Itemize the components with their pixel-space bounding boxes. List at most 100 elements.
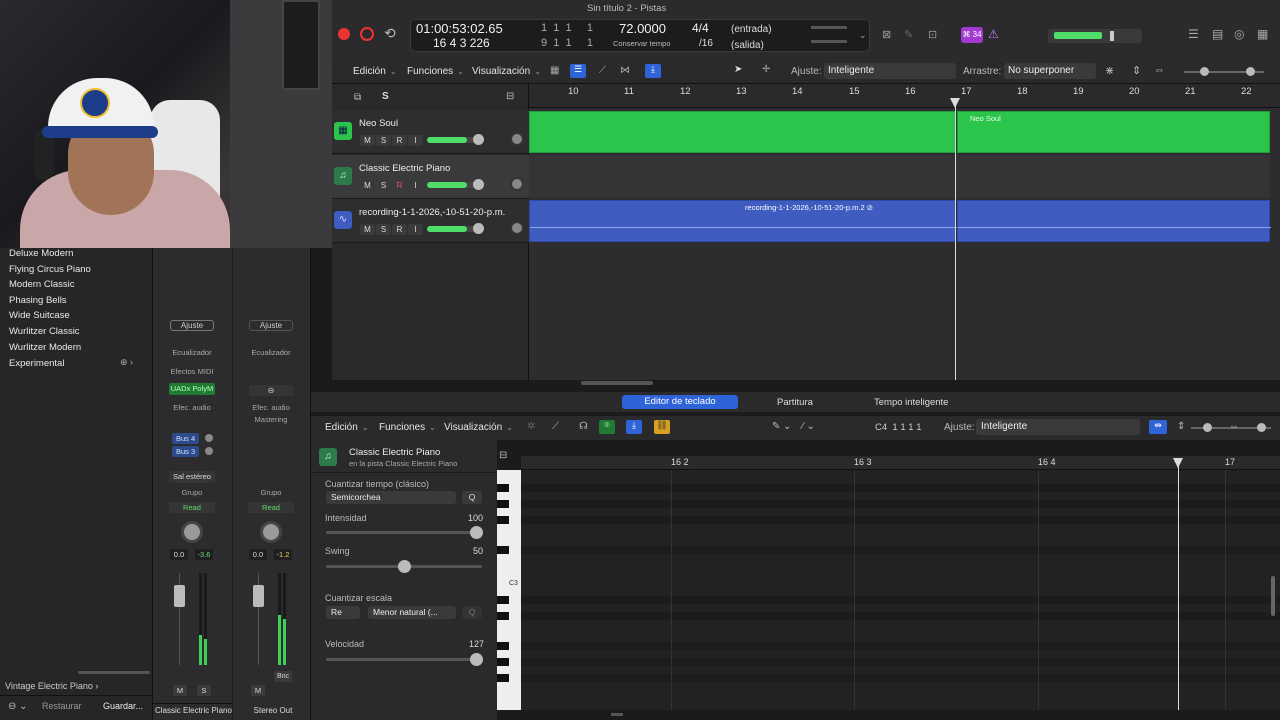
library-item[interactable]: Experimental <box>9 358 64 369</box>
track-name[interactable]: Neo Soul <box>359 118 398 129</box>
send-knob[interactable] <box>205 434 213 442</box>
vertical-scrollbar[interactable] <box>1271 576 1275 616</box>
region-link-icon[interactable]: ⊟ <box>499 450 507 461</box>
piano-roll-grid[interactable]: 16 2 16 3 16 4 17 <box>521 456 1280 716</box>
mute-button[interactable]: M <box>360 135 375 146</box>
library-settings-icon[interactable]: ⊖ ⌄ <box>8 701 28 712</box>
strip2-audio-fx[interactable]: Efec. audio <box>242 403 300 412</box>
tab-smart-tempo[interactable]: Tempo inteligente <box>874 397 948 408</box>
tab-score[interactable]: Partitura <box>777 397 813 408</box>
vertical-zoom-icon[interactable]: ⇕ <box>1132 64 1141 77</box>
pan-knob[interactable] <box>510 221 524 235</box>
scrollbar[interactable] <box>78 671 150 674</box>
library-item[interactable]: Flying Circus Piano <box>9 264 91 275</box>
strip2-group[interactable]: Grupo <box>242 488 300 497</box>
horizontal-zoom-icon[interactable]: ⇔ <box>1229 421 1239 432</box>
input-monitor-button[interactable]: I <box>408 135 423 146</box>
mute-button[interactable]: M <box>360 180 375 191</box>
strip1-output[interactable]: Sal estéreo <box>169 471 215 483</box>
edit-menu[interactable]: Edición ⌄ <box>353 66 397 77</box>
library-item[interactable]: Wide Suitcase <box>9 310 70 321</box>
piano-keyboard[interactable]: C3 <box>497 470 521 710</box>
library-item[interactable]: Wurlitzer Classic <box>9 326 80 337</box>
drummer-region[interactable] <box>529 111 956 153</box>
track-view-icon[interactable]: ⊟ <box>506 91 514 102</box>
master-volume[interactable] <box>1048 29 1142 43</box>
pencil-tool-icon[interactable]: ✎ ⌄ <box>772 421 792 432</box>
library-item[interactable]: Wurlitzer Modern <box>9 342 81 353</box>
save-button[interactable]: Guardar... <box>103 701 143 711</box>
snap-select[interactable]: Inteligente <box>824 63 956 79</box>
solo-button[interactable]: S <box>376 180 391 191</box>
global-solo-button[interactable]: S <box>382 91 389 102</box>
strip1-audio-fx[interactable]: Efec. audio <box>163 403 221 412</box>
restore-button[interactable]: Restaurar <box>42 701 82 711</box>
editor-snap-select[interactable]: Inteligente <box>976 419 1140 435</box>
scale-root-select[interactable]: Re <box>326 606 360 619</box>
strip1-automation[interactable]: Read <box>169 502 215 513</box>
midi-in-icon[interactable]: ✲ <box>527 421 535 432</box>
automation-icon[interactable]: ⟋ <box>599 65 606 76</box>
chevron-down-icon[interactable]: ⌄ <box>859 30 867 41</box>
strip1-eq[interactable]: Ecualizador <box>163 348 221 357</box>
strip2-eq[interactable]: Ecualizador <box>242 348 300 357</box>
footer-preset[interactable]: Vintage Electric Piano › <box>5 681 98 691</box>
lcd-display[interactable]: 01:00:53:02.65 1 1 1 1 16 4 3 226 9 1 1 … <box>410 19 870 52</box>
strip1-plugin[interactable]: UADx PolyM <box>169 383 215 395</box>
strip2-fader[interactable] <box>253 585 264 607</box>
volume-slider[interactable] <box>427 134 484 145</box>
editor-ruler[interactable]: 16 2 16 3 16 4 17 <box>521 456 1280 470</box>
fit-icon[interactable]: ⇔ <box>1154 64 1165 76</box>
bar-ruler[interactable]: 10 11 12 13 14 15 16 17 18 19 20 21 22 <box>529 84 1280 108</box>
record-enable-button[interactable]: R <box>392 224 407 235</box>
tab-piano-roll[interactable]: Editor de teclado <box>622 395 738 409</box>
strip1-fader[interactable] <box>174 585 185 607</box>
view-menu[interactable]: Visualización ⌄ <box>472 66 541 77</box>
strip2-automation[interactable]: Read <box>248 502 294 513</box>
track-name[interactable]: Classic Electric Piano <box>359 163 450 174</box>
solo-button[interactable]: S <box>376 224 391 235</box>
editor-edit-menu[interactable]: Edición ⌄ <box>325 422 369 433</box>
strip1-mute[interactable]: M <box>173 685 187 696</box>
key-commands-badge[interactable]: ⌘ 34 <box>961 27 983 43</box>
strip1-bus-send[interactable]: Bus 3 <box>172 446 200 457</box>
quantize-button[interactable]: Q <box>462 491 482 504</box>
strip2-mastering[interactable]: Mastering <box>242 415 300 424</box>
playhead[interactable] <box>955 102 956 380</box>
editor-view-menu[interactable]: Visualización ⌄ <box>444 422 513 433</box>
horizontal-scrollbar[interactable] <box>611 713 623 716</box>
strip2-bounce[interactable]: Bnc <box>274 671 292 682</box>
send-knob[interactable] <box>205 447 213 455</box>
input-monitor-button[interactable]: I <box>408 180 423 191</box>
strip1-group[interactable]: Grupo <box>163 488 221 497</box>
empty-lane[interactable] <box>529 155 1270 198</box>
audio-region[interactable] <box>957 200 1271 242</box>
strength-slider[interactable] <box>326 526 483 539</box>
drummer-region[interactable]: Neo Soul <box>957 111 1270 153</box>
strip2-mute[interactable]: M <box>251 685 265 696</box>
scale-quantize-button[interactable]: Q <box>462 606 482 619</box>
vertical-zoom-icon[interactable]: ⇕ <box>1177 421 1185 432</box>
add-icon[interactable]: ⊕ › <box>120 357 133 368</box>
swing-slider[interactable] <box>326 560 482 573</box>
volume-slider[interactable] <box>427 179 484 190</box>
grid-view-icon[interactable]: ▦ <box>550 65 559 76</box>
loop-browser-icon[interactable]: ◎ <box>1234 27 1244 41</box>
secondary-tool-icon[interactable]: ✛ <box>762 64 770 75</box>
metronome-icon[interactable]: ⊡ <box>928 28 937 41</box>
duplicate-track-icon[interactable]: ⧉ <box>354 92 361 103</box>
input-monitor-button[interactable]: I <box>408 224 423 235</box>
list-view-icon[interactable]: ☰ <box>570 64 586 78</box>
track-row[interactable]: ∿ recording-1-1-2026,-10-51-20-p.m. MSRI <box>332 199 529 243</box>
editor-functions-menu[interactable]: Funciones ⌄ <box>379 422 436 433</box>
track-name[interactable]: recording-1-1-2026,-10-51-20-p.m. <box>359 207 505 218</box>
link-icon[interactable]: ⊖ <box>249 385 293 396</box>
audio-region[interactable]: recording-1-1-2026,-10-51-20-p.m.2 ⊘ <box>529 200 957 242</box>
notepad-icon[interactable]: ▤ <box>1212 27 1223 41</box>
horizontal-scrollbar[interactable] <box>581 381 653 385</box>
zoom-slider[interactable] <box>1184 67 1264 76</box>
catch-icon[interactable]: ⤓ <box>645 64 661 78</box>
record-enable-button[interactable]: R <box>392 180 407 191</box>
strip1-midi-fx[interactable]: Efectos MIDI <box>163 367 221 376</box>
pointer-tool-icon[interactable]: ➤ <box>734 64 742 75</box>
